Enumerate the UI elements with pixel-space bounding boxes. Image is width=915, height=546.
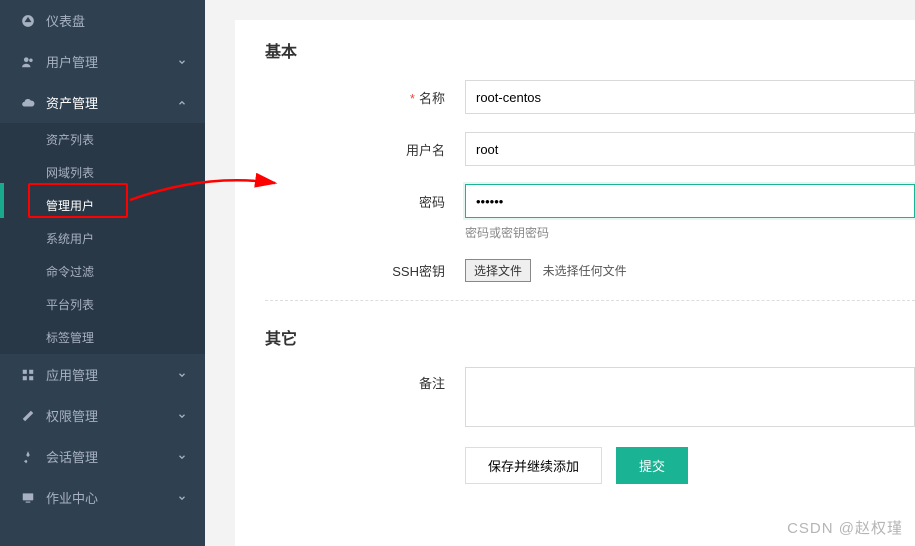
- sidebar-item-platform-list[interactable]: 平台列表: [0, 288, 205, 321]
- remark-label: 备注: [265, 367, 465, 392]
- sidebar-label: 仪表盘: [46, 11, 85, 30]
- sidebar-label: 应用管理: [46, 365, 98, 384]
- section-basic-title: 基本: [265, 38, 915, 62]
- sshkey-label: SSH密钥: [265, 261, 465, 280]
- sidebar-item-system-user[interactable]: 系统用户: [0, 222, 205, 255]
- password-help: 密码或密钥密码: [465, 224, 915, 241]
- password-input[interactable]: [465, 184, 915, 218]
- sidebar-label: 作业中心: [46, 488, 98, 507]
- chevron-down-icon: [177, 57, 187, 67]
- file-select-button[interactable]: 选择文件: [465, 259, 531, 282]
- sidebar-item-sessions[interactable]: 会话管理: [0, 436, 205, 477]
- main-content: 基本 *名称 用户名 密码 密码或密钥密码 SSH密钥 选择文件 未选择任何文件…: [235, 20, 915, 546]
- sidebar-item-perms[interactable]: 权限管理: [0, 395, 205, 436]
- sidebar-item-apps[interactable]: 应用管理: [0, 354, 205, 395]
- sidebar-label: 管理用户: [46, 197, 94, 214]
- sidebar-submenu-assets: 资产列表 网域列表 管理用户 系统用户 命令过滤 平台列表 标签管理: [0, 123, 205, 354]
- cloud-icon: [20, 95, 36, 111]
- sidebar: 仪表盘 用户管理 资产管理 资产列表 网域列表 管理用户 系统用户 命令过滤 平…: [0, 0, 205, 546]
- chevron-down-icon: [177, 452, 187, 462]
- sidebar-item-users[interactable]: 用户管理: [0, 41, 205, 82]
- file-status-text: 未选择任何文件: [543, 264, 627, 278]
- sidebar-item-domain-list[interactable]: 网域列表: [0, 156, 205, 189]
- username-input[interactable]: [465, 132, 915, 166]
- watermark: CSDN @赵权瑾: [787, 517, 903, 538]
- sidebar-label: 网域列表: [46, 164, 94, 181]
- section-divider: [265, 300, 915, 301]
- submit-button[interactable]: 提交: [616, 447, 688, 484]
- username-label: 用户名: [265, 140, 465, 159]
- sidebar-item-tag-manage[interactable]: 标签管理: [0, 321, 205, 354]
- sidebar-label: 用户管理: [46, 52, 98, 71]
- dashboard-icon: [20, 13, 36, 29]
- sidebar-label: 权限管理: [46, 406, 98, 425]
- chevron-down-icon: [177, 370, 187, 380]
- sidebar-label: 资产管理: [46, 93, 98, 112]
- save-continue-button[interactable]: 保存并继续添加: [465, 447, 602, 484]
- sidebar-label: 平台列表: [46, 296, 94, 313]
- remark-input[interactable]: [465, 367, 915, 427]
- sidebar-item-command-filter[interactable]: 命令过滤: [0, 255, 205, 288]
- sidebar-label: 标签管理: [46, 329, 94, 346]
- sidebar-item-dashboard[interactable]: 仪表盘: [0, 0, 205, 41]
- password-label: 密码: [265, 192, 465, 211]
- sidebar-label: 命令过滤: [46, 263, 94, 280]
- rocket-icon: [20, 449, 36, 465]
- chevron-down-icon: [177, 411, 187, 421]
- sidebar-item-asset-list[interactable]: 资产列表: [0, 123, 205, 156]
- grid-icon: [20, 367, 36, 383]
- sidebar-label: 系统用户: [46, 230, 94, 247]
- sidebar-item-assets[interactable]: 资产管理: [0, 82, 205, 123]
- users-icon: [20, 54, 36, 70]
- monitor-icon: [20, 490, 36, 506]
- sidebar-item-jobs[interactable]: 作业中心: [0, 477, 205, 518]
- edit-icon: [20, 408, 36, 424]
- name-input[interactable]: [465, 80, 915, 114]
- name-label: *名称: [265, 88, 465, 107]
- chevron-down-icon: [177, 493, 187, 503]
- sidebar-label: 资产列表: [46, 131, 94, 148]
- sidebar-item-admin-user[interactable]: 管理用户: [0, 189, 205, 222]
- section-other-title: 其它: [265, 325, 915, 349]
- chevron-up-icon: [177, 98, 187, 108]
- sidebar-label: 会话管理: [46, 447, 98, 466]
